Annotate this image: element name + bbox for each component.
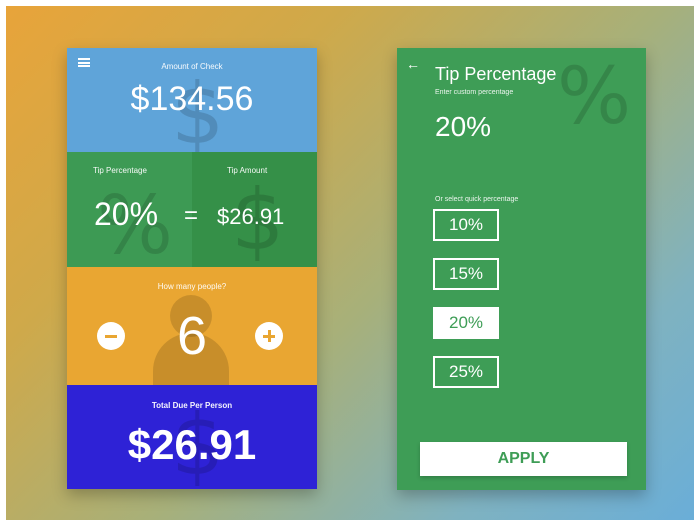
tip-section: % $ Tip Percentage Tip Amount 20% = $26.… (67, 152, 317, 267)
people-section: How many people? 6 (67, 267, 317, 385)
screen-title: Tip Percentage (435, 64, 557, 84)
total-due-value: $26.91 (127, 421, 257, 468)
equals-sign: = (184, 202, 199, 229)
tip-percentage-label: Tip Percentage (93, 166, 147, 175)
total-per-person-section: $ Total Due Per Person $26.91 (67, 385, 317, 489)
plus-icon-vertical (267, 330, 271, 342)
amount-label: Amount of Check (161, 62, 223, 71)
increase-people-button[interactable] (255, 322, 283, 350)
apply-button[interactable]: APPLY (420, 442, 627, 476)
tip-percentage-screen: ← % Tip Percentage Enter custom percenta… (397, 48, 646, 490)
tip-amount-value: $26.91 (217, 204, 285, 229)
quick-option-25[interactable]: 25% (433, 356, 499, 388)
quick-percentage-prompt: Or select quick percentage (435, 196, 519, 203)
check-amount-section[interactable]: $ Amount of Check $134.56 (67, 48, 317, 152)
tip-percentage-value[interactable]: 20% (94, 196, 158, 233)
total-due-label: Total Due Per Person (151, 401, 233, 410)
quick-option-10[interactable]: 10% (433, 209, 499, 241)
quick-option-20[interactable]: 20% (433, 307, 499, 339)
back-arrow-icon[interactable]: ← (406, 56, 420, 72)
custom-percentage-prompt: Enter custom percentage (435, 89, 514, 96)
check-amount-value[interactable]: $134.56 (67, 80, 317, 119)
quick-option-15[interactable]: 15% (433, 258, 499, 290)
calculator-screen: $ Amount of Check $134.56 % $ Tip Percen… (67, 48, 317, 489)
people-count-label: How many people? (157, 282, 227, 291)
percent-watermark-icon: % (557, 52, 632, 142)
tip-amount-label: Tip Amount (227, 166, 268, 175)
custom-percentage-input[interactable]: 20% (435, 111, 491, 143)
